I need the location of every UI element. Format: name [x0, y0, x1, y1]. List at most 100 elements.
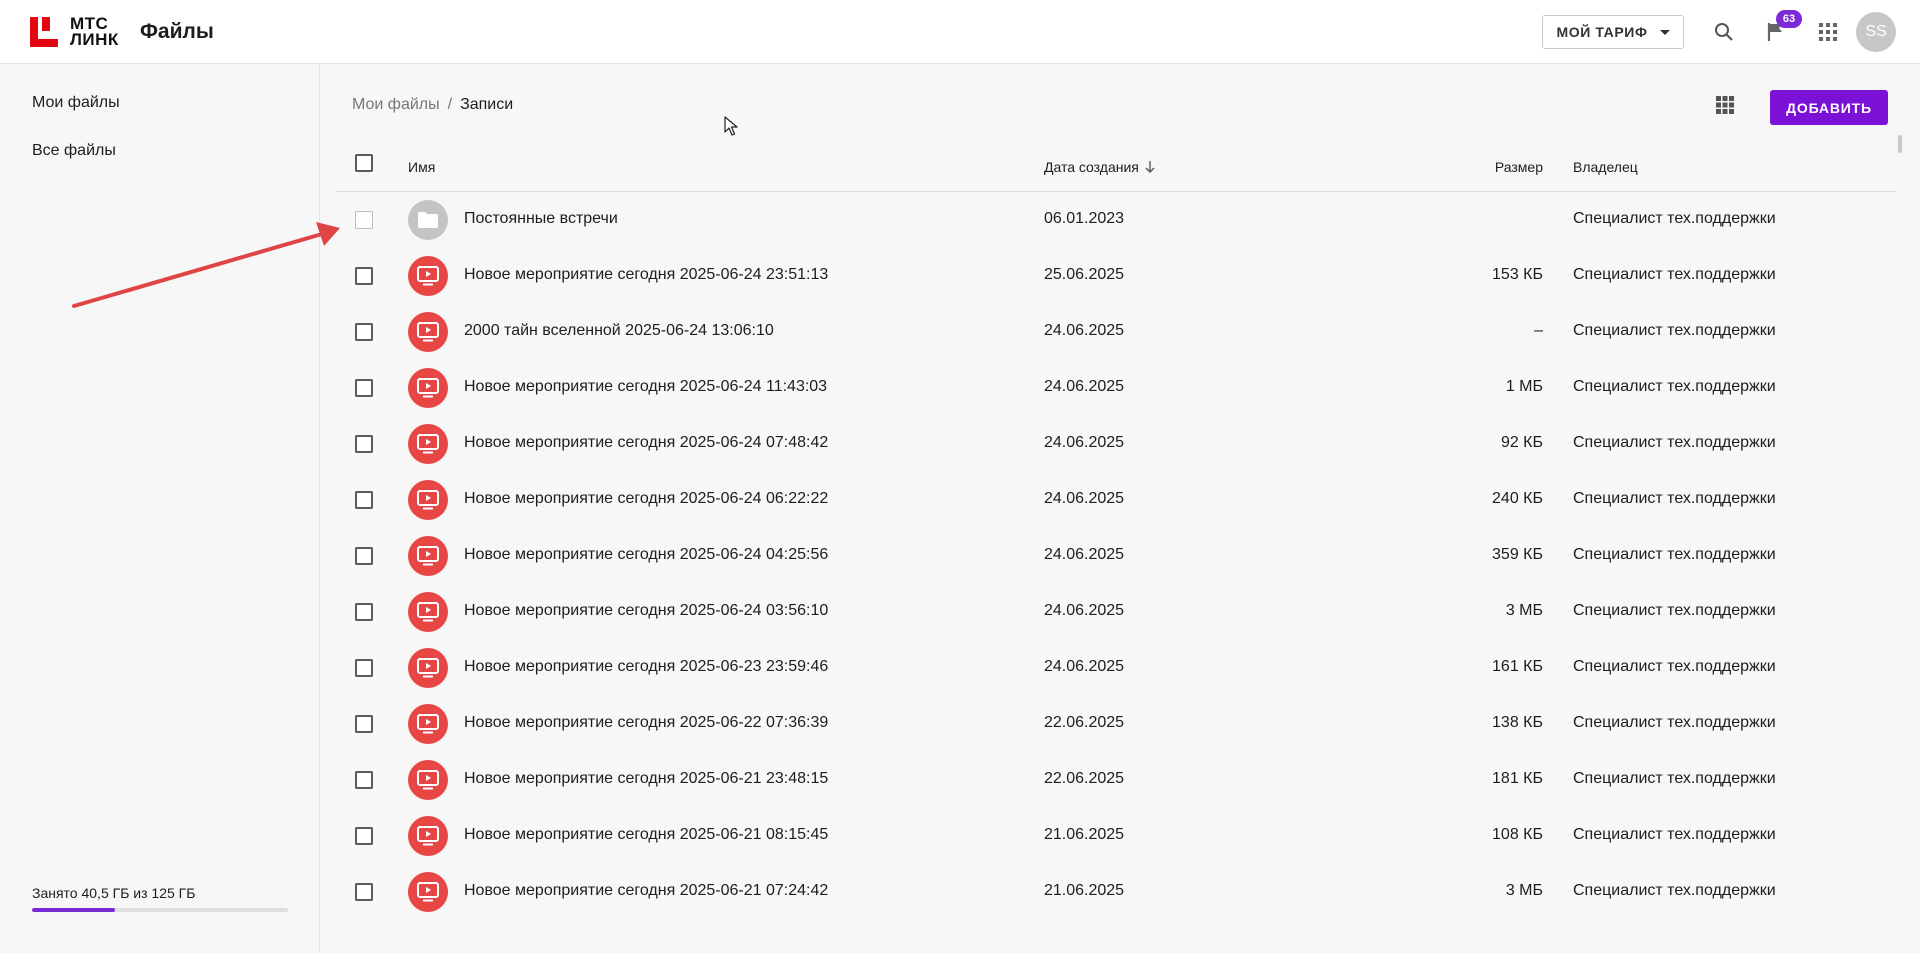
search-button[interactable]	[1710, 18, 1738, 46]
select-all-checkbox[interactable]	[355, 154, 373, 172]
app-title: Файлы	[140, 20, 214, 43]
file-size: 138 КБ	[1492, 714, 1543, 731]
owner-name: Специалист тех.поддержки	[1573, 714, 1776, 731]
file-size: 1 МБ	[1505, 378, 1543, 395]
storage-usage-text: Занято 40,5 ГБ из 125 ГБ	[32, 885, 196, 901]
owner-name: Специалист тех.поддержки	[1573, 658, 1776, 675]
grid-view-toggle[interactable]	[1716, 96, 1736, 116]
mts-link-logo[interactable]: МТС ЛИНК	[30, 15, 119, 49]
created-date: 22.06.2025	[1044, 770, 1125, 787]
created-date: 24.06.2025	[1044, 322, 1125, 339]
sidebar-item-all-files[interactable]: Все файлы	[32, 142, 116, 160]
file-size: 359 КБ	[1492, 546, 1543, 563]
search-icon	[1715, 23, 1733, 41]
add-button[interactable]: ДОБАВИТЬ	[1770, 90, 1888, 125]
created-date: 24.06.2025	[1044, 434, 1125, 451]
video-recording-icon	[408, 592, 448, 632]
top-header: МТС ЛИНК Файлы МОЙ ТАРИФ 63 SS	[0, 0, 1920, 64]
storage-usage-fill	[32, 908, 115, 912]
column-header-size[interactable]: Размер	[1495, 159, 1543, 175]
video-recording-icon	[408, 648, 448, 688]
row-checkbox[interactable]	[355, 659, 373, 677]
table-row[interactable]: Новое мероприятие сегодня 2025-06-24 07:…	[336, 416, 1896, 472]
user-avatar[interactable]: SS	[1856, 12, 1896, 52]
owner-name: Специалист тех.поддержки	[1573, 546, 1776, 563]
apps-grid-icon	[1819, 23, 1837, 41]
sidebar-item-my-files[interactable]: Мои файлы	[32, 94, 120, 112]
file-size: 240 КБ	[1492, 490, 1543, 507]
table-row[interactable]: Новое мероприятие сегодня 2025-06-24 06:…	[336, 472, 1896, 528]
table-row[interactable]: Новое мероприятие сегодня 2025-06-21 08:…	[336, 808, 1896, 864]
file-size: 3 МБ	[1505, 602, 1543, 619]
created-date: 24.06.2025	[1044, 546, 1125, 563]
sidebar: Мои файлы Все файлы Занято 40,5 ГБ из 12…	[0, 65, 320, 953]
column-header-created-label: Дата создания	[1044, 159, 1139, 175]
table-row[interactable]: Новое мероприятие сегодня 2025-06-23 23:…	[336, 640, 1896, 696]
created-date: 21.06.2025	[1044, 826, 1125, 843]
file-size: 108 КБ	[1492, 826, 1543, 843]
apps-button[interactable]	[1814, 18, 1842, 46]
breadcrumb-current: Записи	[460, 96, 514, 113]
breadcrumb: Мои файлы / Записи	[352, 96, 513, 114]
video-recording-icon	[408, 480, 448, 520]
row-checkbox[interactable]	[355, 435, 373, 453]
video-recording-icon	[408, 760, 448, 800]
file-name: Новое мероприятие сегодня 2025-06-24 07:…	[464, 434, 829, 451]
table-row[interactable]: Новое мероприятие сегодня 2025-06-24 11:…	[336, 360, 1896, 416]
logo-line-2: ЛИНК	[70, 30, 119, 49]
file-name: Новое мероприятие сегодня 2025-06-23 23:…	[464, 658, 829, 675]
column-header-name[interactable]: Имя	[408, 159, 435, 175]
table-row[interactable]: Новое мероприятие сегодня 2025-06-24 23:…	[336, 248, 1896, 304]
table-row[interactable]: Новое мероприятие сегодня 2025-06-21 23:…	[336, 752, 1896, 808]
column-header-created[interactable]: Дата создания	[1044, 159, 1155, 175]
scrollbar-thumb[interactable]	[1898, 135, 1902, 153]
tariff-label: МОЙ ТАРИФ	[1556, 24, 1648, 40]
created-date: 24.06.2025	[1044, 602, 1125, 619]
row-checkbox[interactable]	[355, 323, 373, 341]
owner-name: Специалист тех.поддержки	[1573, 602, 1776, 619]
my-tariff-dropdown[interactable]: МОЙ ТАРИФ	[1542, 15, 1684, 49]
file-name: Новое мероприятие сегодня 2025-06-21 23:…	[464, 770, 829, 787]
row-checkbox[interactable]	[355, 771, 373, 789]
folder-row[interactable]: Постоянные встречи 06.01.2023 Специалист т…	[336, 192, 1896, 248]
logo-text: МТС ЛИНК	[70, 15, 119, 49]
created-date: 24.06.2025	[1044, 378, 1125, 395]
storage-usage-bar	[32, 908, 288, 912]
row-checkbox[interactable]	[355, 883, 373, 901]
file-name: Новое мероприятие сегодня 2025-06-24 04:…	[464, 546, 829, 563]
file-name: Новое мероприятие сегодня 2025-06-21 07:…	[464, 882, 829, 899]
table-row[interactable]: Новое мероприятие сегодня 2025-06-24 04:…	[336, 528, 1896, 584]
breadcrumb-my-files[interactable]: Мои файлы	[352, 96, 440, 114]
table-row[interactable]: 2000 тайн вселенной 2025-06-24 13:06:10 2…	[336, 304, 1896, 360]
video-recording-icon	[408, 816, 448, 856]
owner-name: Специалист тех.поддержки	[1573, 322, 1776, 339]
file-name: Новое мероприятие сегодня 2025-06-22 07:…	[464, 714, 829, 731]
owner-name: Специалист тех.поддержки	[1573, 378, 1776, 395]
row-checkbox[interactable]	[355, 827, 373, 845]
file-size: 153 КБ	[1492, 266, 1543, 283]
column-header-owner[interactable]: Владелец	[1573, 159, 1638, 175]
row-checkbox[interactable]	[355, 603, 373, 621]
file-size: 3 МБ	[1505, 882, 1543, 899]
row-checkbox[interactable]	[355, 267, 373, 285]
table-row[interactable]: Новое мероприятие сегодня 2025-06-21 07:…	[336, 864, 1896, 920]
table-row[interactable]: Новое мероприятие сегодня 2025-06-22 07:…	[336, 696, 1896, 752]
video-recording-icon	[408, 312, 448, 352]
created-date: 24.06.2025	[1044, 490, 1125, 507]
mouse-cursor-icon	[724, 116, 738, 136]
row-checkbox[interactable]	[355, 715, 373, 733]
file-size: –	[1534, 322, 1543, 339]
row-checkbox[interactable]	[355, 547, 373, 565]
row-checkbox[interactable]	[355, 491, 373, 509]
file-name: Постоянные встречи	[464, 210, 618, 227]
grid-view-icon	[1716, 96, 1734, 114]
file-name: 2000 тайн вселенной 2025-06-24 13:06:10	[464, 322, 774, 339]
file-size: 161 КБ	[1492, 658, 1543, 675]
created-date: 21.06.2025	[1044, 882, 1125, 899]
table-row[interactable]: Новое мероприятие сегодня 2025-06-24 03:…	[336, 584, 1896, 640]
row-checkbox[interactable]	[355, 379, 373, 397]
file-name: Новое мероприятие сегодня 2025-06-24 03:…	[464, 602, 829, 619]
breadcrumb-separator: /	[447, 96, 453, 113]
row-checkbox[interactable]	[355, 211, 373, 229]
file-name: Новое мероприятие сегодня 2025-06-21 08:…	[464, 826, 829, 843]
